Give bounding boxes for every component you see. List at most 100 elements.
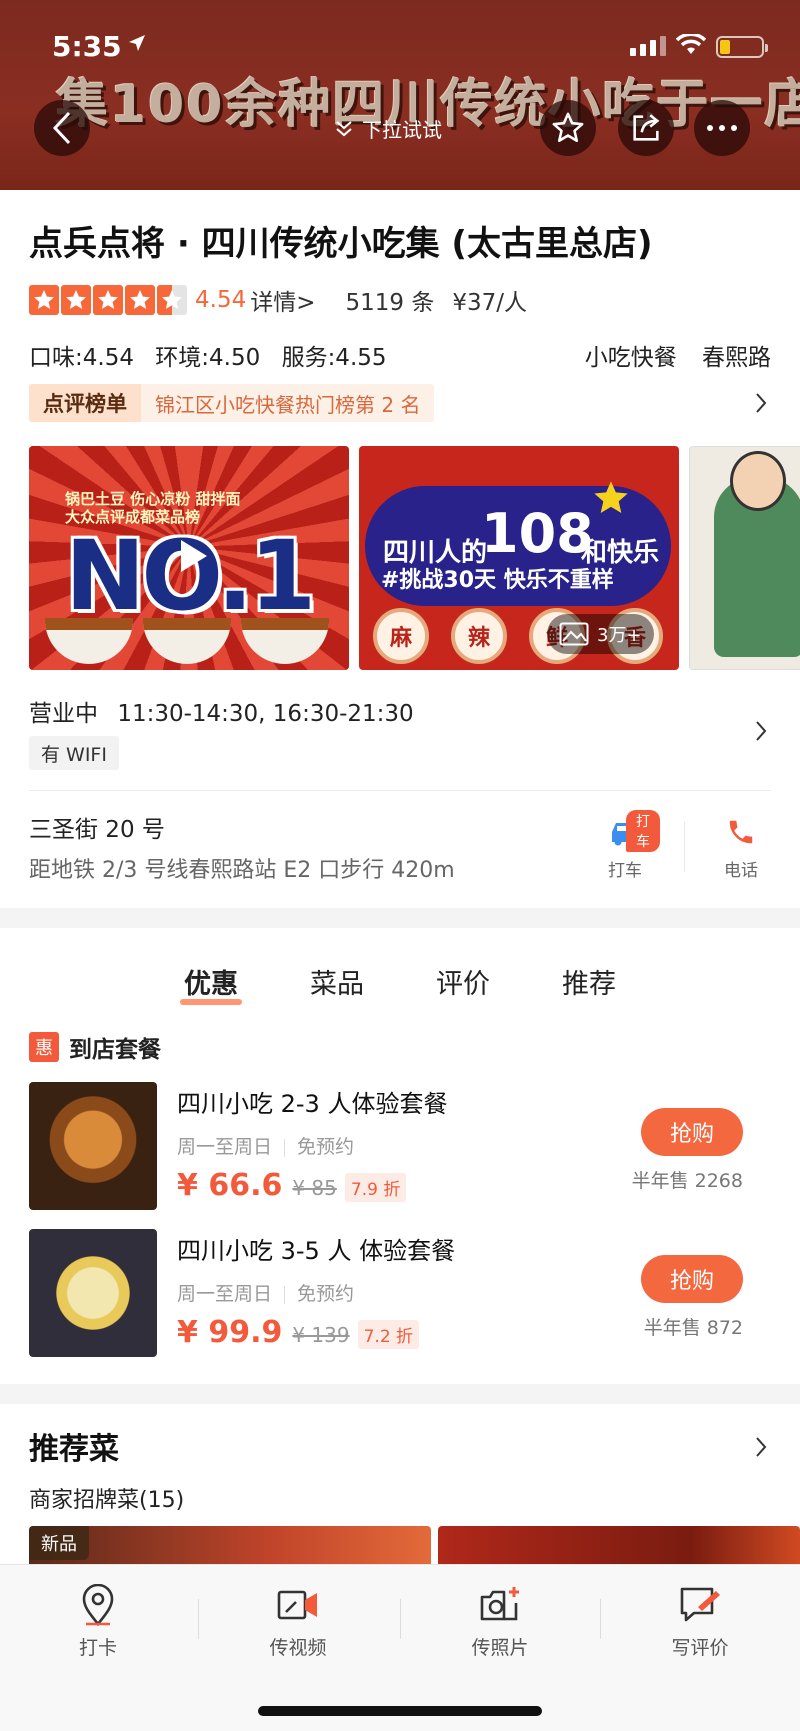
discount-icon: 惠 bbox=[29, 1032, 59, 1062]
favorite-button[interactable] bbox=[540, 100, 596, 156]
upload-video-button[interactable]: 传视频 bbox=[238, 1583, 358, 1660]
deal-conditions: 周一至周日 免预约 bbox=[177, 1279, 354, 1306]
sub-scores-row: 口味:4.54 环境:4.50 服务:4.55 小吃快餐 春熙路 bbox=[29, 338, 771, 372]
home-indicator bbox=[258, 1706, 542, 1716]
recommended-subtitle[interactable]: 商家招牌菜(15) bbox=[29, 1482, 184, 1514]
star-decoration-icon bbox=[594, 481, 628, 513]
shop-name: 点兵点将 · 四川传统小吃集 (太古里总店) bbox=[29, 224, 653, 264]
deal-original-price: ¥ 139 bbox=[292, 1323, 350, 1347]
share-button[interactable] bbox=[618, 100, 674, 156]
deal-reserve: 免预约 bbox=[297, 1136, 355, 1158]
deal-price: ¥ 99.9 ¥ 139 7.2 折 bbox=[177, 1315, 420, 1350]
checkin-label: 打卡 bbox=[78, 1637, 117, 1659]
pull-hint-label: 下拉试试 bbox=[362, 118, 442, 142]
coin-ma: 麻 bbox=[373, 608, 429, 664]
divider bbox=[684, 822, 685, 872]
service-score: 服务:4.55 bbox=[281, 345, 387, 371]
battery-icon bbox=[716, 36, 768, 58]
business-hours[interactable]: 营业中 11:30-14:30, 16:30-21:30 bbox=[29, 694, 414, 728]
deal-discount-badge: 7.2 折 bbox=[357, 1320, 420, 1349]
checkin-button[interactable]: 打卡 bbox=[38, 1583, 158, 1660]
deal-discount-badge: 7.9 折 bbox=[344, 1173, 407, 1202]
back-button[interactable] bbox=[34, 100, 90, 156]
deals-title: 到店套餐 bbox=[69, 1037, 161, 1063]
taxi-badge: 打车 bbox=[626, 810, 660, 852]
deal-name: 四川小吃 3-5 人 体验套餐 bbox=[177, 1237, 456, 1265]
gallery-video-cover[interactable]: 锅巴土豆 伤心凉粉 甜拌面 大众点评成都菜品榜 NO.1 bbox=[29, 446, 349, 670]
rating-score: 4.54 bbox=[195, 287, 247, 313]
deal-image bbox=[29, 1229, 157, 1357]
location-pin-icon bbox=[82, 1584, 114, 1626]
tab-dishes[interactable]: 菜品 bbox=[304, 962, 370, 1007]
write-review-button[interactable]: 写评价 bbox=[640, 1583, 760, 1660]
ranking-banner[interactable]: 点评榜单 锦江区小吃快餐热门榜第 2 名 bbox=[29, 384, 435, 422]
star-icon bbox=[29, 285, 59, 315]
area-tag[interactable]: 春熙路 bbox=[702, 345, 771, 371]
phone-icon bbox=[729, 820, 753, 844]
more-button[interactable] bbox=[694, 100, 750, 156]
photo-gallery[interactable]: 锅巴土豆 伤心凉粉 甜拌面 大众点评成都菜品榜 NO.1 四川人的 108 和快… bbox=[29, 446, 800, 670]
buy-button[interactable]: 抢购 bbox=[641, 1255, 743, 1303]
recommended-title: 推荐菜 bbox=[29, 1432, 119, 1467]
wifi-icon bbox=[676, 34, 706, 54]
divider bbox=[198, 1599, 199, 1639]
status-time: 5:35 bbox=[52, 30, 122, 63]
food-bowls bbox=[45, 618, 329, 664]
rating-row[interactable]: 4.54 详情> 5119 条 ¥37/人 bbox=[29, 284, 527, 316]
deals-header: 惠 到店套餐 bbox=[29, 1030, 161, 1064]
tab-discounts[interactable]: 优惠 bbox=[178, 962, 244, 1007]
write-review-icon bbox=[680, 1587, 720, 1622]
half-star-icon bbox=[157, 285, 187, 315]
address-street[interactable]: 三圣街 20 号 bbox=[29, 810, 165, 844]
divider bbox=[400, 1599, 401, 1639]
share-icon bbox=[633, 114, 660, 141]
pull-hint: 下拉试试 bbox=[334, 114, 442, 143]
deal-name: 四川小吃 2-3 人体验套餐 bbox=[177, 1090, 448, 1118]
dish-image[interactable] bbox=[438, 1526, 800, 1566]
deal-item[interactable]: 四川小吃 3-5 人 体验套餐 周一至周日 免预约 ¥ 99.9 ¥ 139 7.… bbox=[29, 1229, 771, 1357]
category-tag[interactable]: 小吃快餐 bbox=[585, 345, 677, 371]
deal-current-price: ¥ 99.9 bbox=[177, 1315, 283, 1350]
phone-label: 电话 bbox=[724, 861, 758, 881]
chevron-right-icon[interactable] bbox=[754, 1436, 768, 1458]
taxi-button[interactable]: 打车 打车 bbox=[590, 810, 660, 881]
review-count[interactable]: 5119 条 bbox=[346, 283, 435, 317]
deal-current-price: ¥ 66.6 bbox=[177, 1168, 283, 1203]
gallery-tagline-1: 锅巴土豆 伤心凉粉 甜拌面 bbox=[65, 490, 241, 508]
location-arrow-icon bbox=[129, 35, 145, 51]
write-review-label: 写评价 bbox=[671, 1637, 729, 1659]
header-banner: 集100余种四川传统小吃于一店 5:35 下拉试试 bbox=[0, 0, 800, 190]
taxi-label: 打车 bbox=[608, 861, 642, 881]
deal-item[interactable]: 四川小吃 2-3 人体验套餐 周一至周日 免预约 ¥ 66.6 ¥ 85 7.9 … bbox=[29, 1082, 771, 1210]
star-icon bbox=[125, 285, 155, 315]
taste-score: 口味:4.54 bbox=[29, 345, 134, 371]
rating-detail-link[interactable]: 详情> bbox=[250, 283, 315, 317]
phone-button[interactable]: 电话 bbox=[706, 814, 776, 881]
deal-days: 周一至周日 bbox=[177, 1136, 273, 1158]
upload-photo-label: 传照片 bbox=[471, 1637, 529, 1659]
ranking-badge: 点评榜单 bbox=[29, 384, 141, 422]
tab-reviews[interactable]: 评价 bbox=[430, 962, 496, 1007]
dish-image[interactable]: 新品 bbox=[29, 1526, 431, 1566]
deal-reserve: 免预约 bbox=[297, 1283, 355, 1305]
gallery-image-2[interactable]: 四川人的 108 和快乐 #挑战30天 快乐不重样 麻 辣 鲜 香 3万+ bbox=[359, 446, 679, 670]
chevron-left-icon bbox=[52, 111, 71, 145]
double-chevron-down-icon bbox=[336, 120, 352, 136]
gallery-image-3[interactable] bbox=[689, 446, 800, 670]
buy-button[interactable]: 抢购 bbox=[641, 1108, 743, 1156]
gallery-number: 108 bbox=[481, 502, 594, 565]
chevron-right-icon[interactable] bbox=[754, 392, 768, 414]
star-icon bbox=[93, 285, 123, 315]
wifi-tag: 有 WIFI bbox=[29, 736, 119, 770]
deal-original-price: ¥ 85 bbox=[292, 1176, 337, 1200]
chevron-right-icon[interactable] bbox=[754, 720, 768, 742]
play-icon[interactable] bbox=[167, 532, 215, 580]
deal-price: ¥ 66.6 ¥ 85 7.9 折 bbox=[177, 1168, 407, 1203]
address-transit[interactable]: 距地铁 2/3 号线春熙路站 E2 口步行 420m bbox=[29, 852, 455, 884]
open-status: 营业中 bbox=[29, 701, 98, 727]
divider bbox=[29, 790, 771, 791]
upload-photo-button[interactable]: 传照片 bbox=[440, 1583, 560, 1660]
photo-count-badge[interactable]: 3万+ bbox=[547, 614, 654, 654]
tab-recommend[interactable]: 推荐 bbox=[556, 962, 622, 1007]
deal-sold-count: 半年售 2268 bbox=[631, 1170, 743, 1192]
